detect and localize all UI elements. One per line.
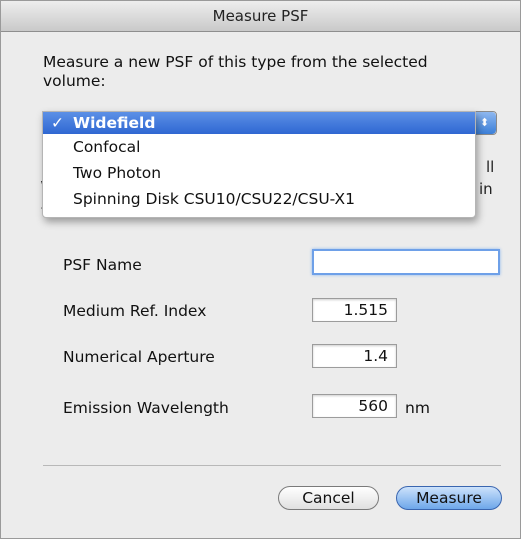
popup-arrows-icon[interactable]: ⬍	[473, 112, 496, 134]
emission-wavelength-field[interactable]: 560	[312, 394, 397, 418]
menu-item-label: Confocal	[73, 138, 141, 156]
menu-item-label: Widefield	[73, 114, 156, 132]
obscured-text-fragment: in	[479, 180, 493, 198]
cancel-button[interactable]: Cancel	[278, 486, 379, 510]
wavelength-unit: nm	[405, 399, 430, 417]
divider	[43, 465, 501, 466]
medium-ref-index-field[interactable]: 1.515	[312, 298, 397, 322]
psf-type-menu: ✓ Widefield Confocal Two Photon Spinning…	[42, 111, 476, 218]
menu-item-confocal[interactable]: Confocal	[43, 136, 475, 158]
obscured-text-fragment: ll	[486, 158, 495, 176]
numerical-aperture-label: Numerical Aperture	[63, 348, 215, 366]
measure-psf-dialog: Measure PSF Measure a new PSF of this ty…	[0, 0, 521, 539]
title-bar[interactable]: Measure PSF	[1, 1, 520, 32]
checkmark-icon: ✓	[51, 114, 64, 132]
menu-item-spinning-disk[interactable]: Spinning Disk CSU10/CSU22/CSU-X1	[43, 188, 475, 210]
psf-name-label: PSF Name	[63, 256, 142, 274]
emission-wavelength-label: Emission Wavelength	[63, 399, 229, 417]
menu-item-label: Spinning Disk CSU10/CSU22/CSU-X1	[73, 190, 355, 208]
window-title: Measure PSF	[212, 7, 309, 25]
medium-ref-index-label: Medium Ref. Index	[63, 302, 207, 320]
menu-item-widefield[interactable]: ✓ Widefield	[43, 112, 475, 134]
prompt-text: Measure a new PSF of this type from the …	[43, 53, 428, 90]
measure-button[interactable]: Measure	[396, 486, 502, 510]
menu-item-two-photon[interactable]: Two Photon	[43, 162, 475, 184]
psf-name-field[interactable]	[312, 249, 500, 275]
numerical-aperture-field[interactable]: 1.4	[312, 344, 397, 368]
menu-item-label: Two Photon	[73, 164, 162, 182]
